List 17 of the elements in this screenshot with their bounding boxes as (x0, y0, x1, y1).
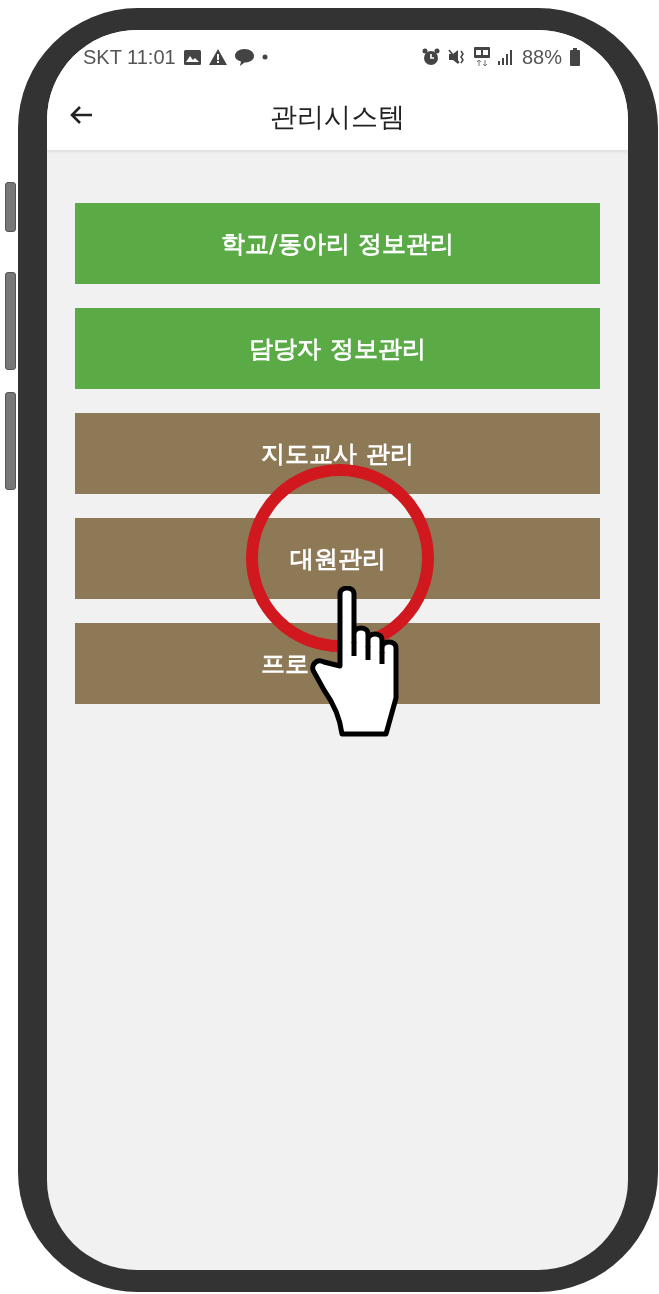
menu-button[interactable]: 담당자 정보관리 (75, 308, 600, 389)
chat-bubble-icon (234, 48, 254, 66)
signal-icon (497, 49, 514, 65)
menu-button[interactable]: 대원관리 (75, 518, 600, 599)
image-icon (183, 49, 201, 65)
network-5g-icon (473, 47, 490, 67)
menu-button[interactable]: 학교/동아리 정보관리 (75, 203, 600, 284)
menu-button[interactable]: 지도교사 관리 (75, 413, 600, 494)
dot-icon (261, 54, 268, 60)
back-button[interactable] (69, 105, 93, 125)
warning-icon (208, 49, 227, 65)
screen-title: 관리시스템 (270, 100, 405, 134)
battery-percentage: 88% (521, 45, 562, 69)
alarm-clock-icon (421, 48, 440, 66)
battery-icon (570, 48, 580, 66)
vibrate-mute-icon (447, 48, 466, 66)
status-carrier-time: SKT 11:01 (83, 45, 176, 69)
